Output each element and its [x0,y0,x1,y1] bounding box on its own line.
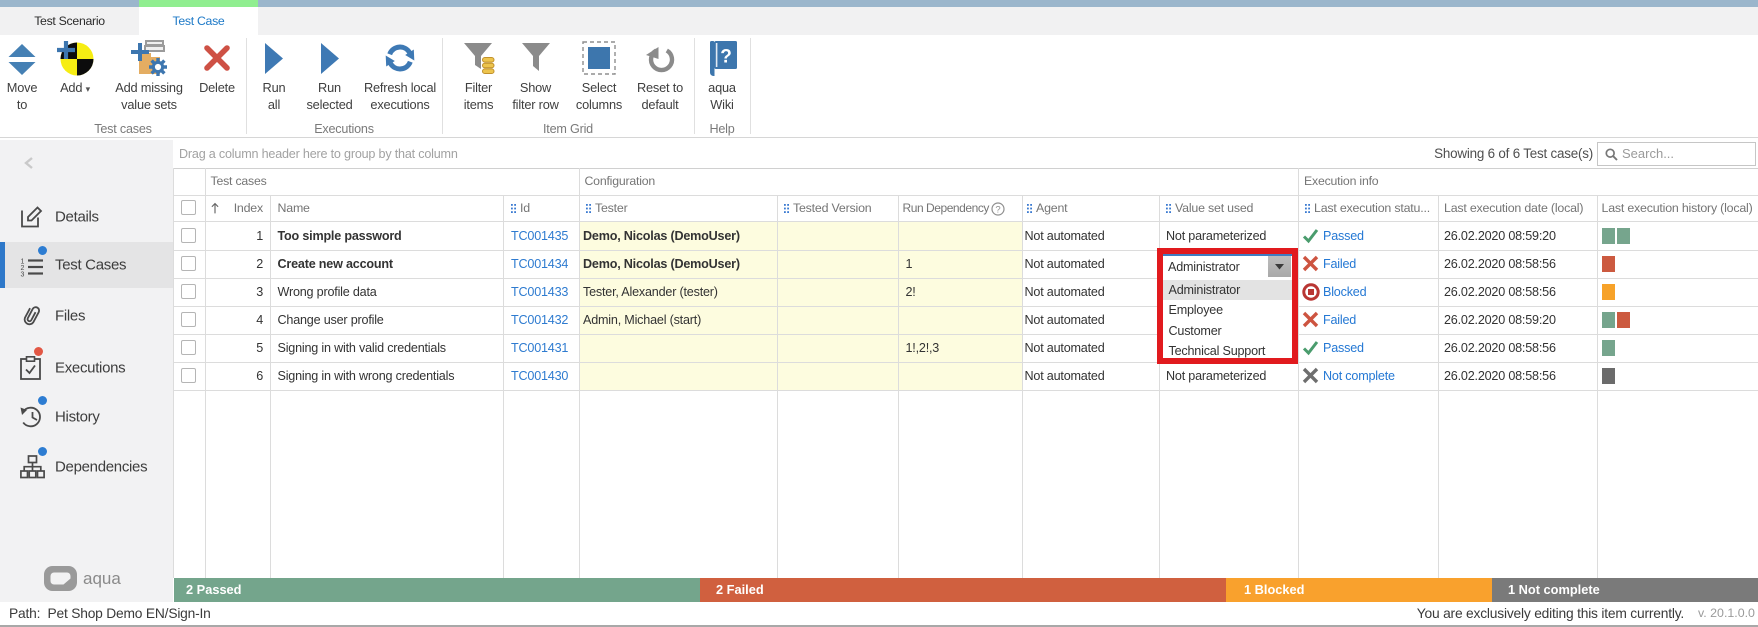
svg-text:3: 3 [21,271,25,277]
svg-text:?: ? [720,47,732,68]
svg-text:?: ? [995,204,1000,215]
